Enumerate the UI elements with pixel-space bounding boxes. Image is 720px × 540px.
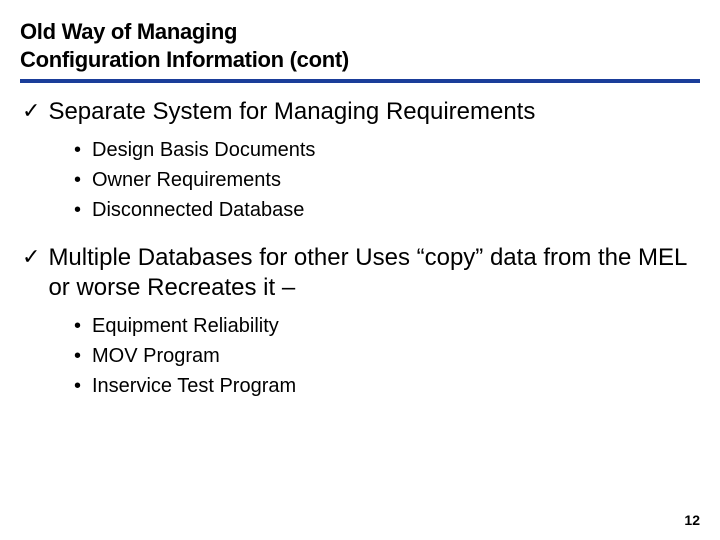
title-line2: Configuration Information (cont): [20, 47, 349, 72]
page-number: 12: [684, 512, 700, 528]
bullet-item-2: ✓ Multiple Databases for other Uses “cop…: [20, 243, 700, 303]
bullet-text: Multiple Databases for other Uses “copy”…: [48, 243, 700, 303]
sub-item: Owner Requirements: [74, 165, 700, 195]
title-underline: [20, 79, 700, 83]
sub-item: Design Basis Documents: [74, 135, 700, 165]
bullet-text: Separate System for Managing Requirement…: [48, 97, 535, 127]
check-icon: ✓: [20, 97, 40, 125]
sub-list-1: Design Basis Documents Owner Requirement…: [74, 135, 700, 225]
sub-item: MOV Program: [74, 341, 700, 371]
sub-item: Inservice Test Program: [74, 371, 700, 401]
slide-title: Old Way of Managing Configuration Inform…: [20, 18, 700, 73]
check-icon: ✓: [20, 243, 40, 271]
title-line1: Old Way of Managing: [20, 19, 237, 44]
sub-list-2: Equipment Reliability MOV Program Inserv…: [74, 311, 700, 401]
sub-item: Equipment Reliability: [74, 311, 700, 341]
sub-item: Disconnected Database: [74, 195, 700, 225]
bullet-item-1: ✓ Separate System for Managing Requireme…: [20, 97, 700, 127]
